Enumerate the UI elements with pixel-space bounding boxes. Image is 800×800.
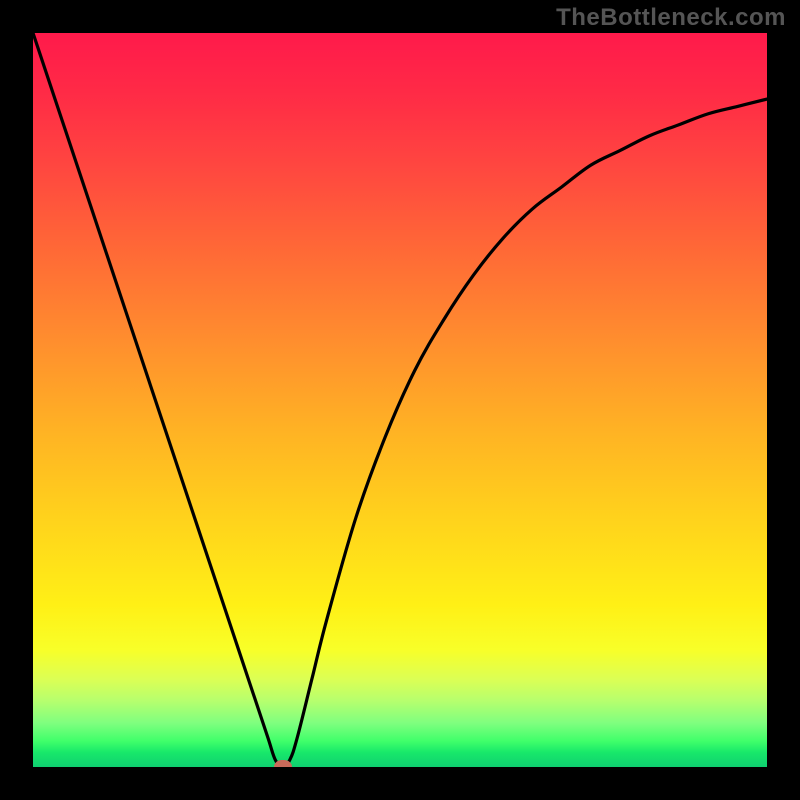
plot-area bbox=[33, 33, 767, 767]
bottleneck-curve bbox=[33, 33, 767, 767]
optimal-point-marker bbox=[274, 760, 292, 767]
chart-frame: TheBottleneck.com bbox=[0, 0, 800, 800]
watermark-text: TheBottleneck.com bbox=[556, 4, 786, 32]
